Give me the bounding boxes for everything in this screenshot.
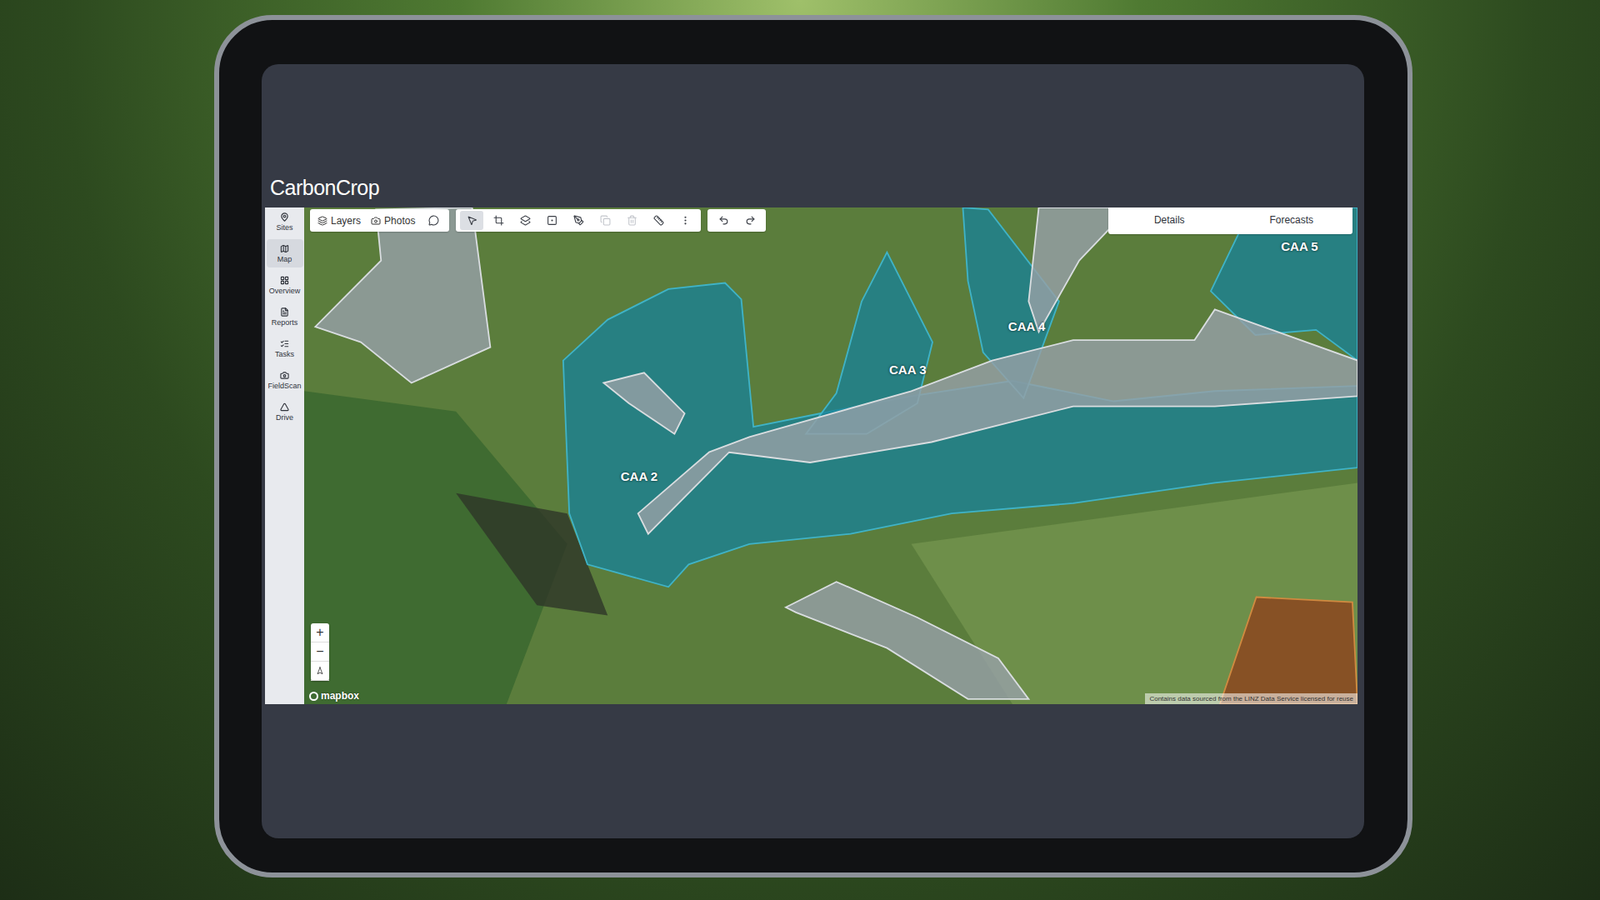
- panel-tab[interactable]: Details: [1108, 207, 1231, 235]
- map-tool[interactable]: [646, 210, 670, 230]
- tablet-frame: CarbonCropSites MapOverviewReports TasksFi…: [214, 15, 1413, 878]
- screen: CarbonCropSites MapOverviewReports TasksFi…: [261, 64, 1365, 839]
- sidebar-item-icon: [280, 370, 290, 380]
- camera-icon: [370, 215, 381, 226]
- sidebar-item[interactable]: Sites: [266, 207, 304, 236]
- mapbox-icon: [309, 691, 319, 701]
- page: CarbonCropSites MapOverviewReports TasksFi…: [0, 0, 1600, 900]
- compass-button[interactable]: [310, 661, 330, 681]
- map-tool-icon: [493, 215, 505, 226]
- map-tool[interactable]: [673, 210, 697, 230]
- sidebar-item[interactable]: Reports: [266, 302, 304, 331]
- map-drawing: [304, 207, 1358, 705]
- map-tool-icon: [573, 215, 585, 226]
- redo-icon: [745, 215, 756, 226]
- sidebar-item[interactable]: FieldScan: [266, 365, 304, 395]
- map-tool[interactable]: [540, 210, 564, 230]
- layers-icon: [317, 215, 328, 226]
- comment-button[interactable]: [421, 210, 445, 230]
- app-panel: Sites MapOverviewReports TasksFieldScanDri…: [265, 207, 1358, 705]
- map-tool[interactable]: [593, 210, 617, 230]
- sidebar-item[interactable]: Drive: [266, 397, 304, 426]
- map-toolbar: LayersPhotos: [310, 209, 766, 232]
- map-tool-icon: [546, 215, 558, 226]
- sidebar-item[interactable]: Tasks: [266, 334, 304, 363]
- zoom-out-button[interactable]: −: [310, 642, 330, 662]
- map[interactable]: CAA 2 CAA 3 CAA 4 CAA 5 LayersPhotos DetailsF…: [304, 207, 1358, 705]
- map-tool[interactable]: [486, 210, 510, 230]
- toolbar-group: [455, 209, 701, 232]
- comment-icon: [428, 215, 440, 226]
- map-tool[interactable]: [566, 210, 590, 230]
- map-attribution: Contains data sourced from the LINZ Data…: [1145, 693, 1358, 705]
- toolbar-group: [707, 209, 766, 232]
- layers-button[interactable]: Layers: [314, 215, 365, 227]
- area-label[interactable]: CAA 2: [620, 468, 658, 483]
- compass-icon: [315, 666, 325, 675]
- sidebar-item-icon: [280, 402, 290, 412]
- area-label[interactable]: CAA 5: [1280, 239, 1318, 254]
- map-tool-icon: [600, 215, 611, 226]
- sidebar: Sites MapOverviewReports TasksFieldScanDri…: [265, 207, 305, 705]
- map-tool-icon: [626, 215, 638, 226]
- photos-button[interactable]: Photos: [367, 215, 419, 227]
- sidebar-item-icon: [280, 339, 290, 349]
- redo-button[interactable]: [738, 210, 762, 230]
- map-tool-icon: [653, 215, 665, 226]
- sidebar-item[interactable]: Overview: [266, 270, 304, 300]
- zoom-control: +−: [310, 623, 330, 681]
- sidebar-item-icon: [280, 275, 290, 285]
- map-tool-icon: [680, 215, 691, 226]
- sidebar-item-icon: [280, 307, 290, 317]
- toolbar-group: LayersPhotos: [310, 209, 450, 232]
- mapbox-logo: mapbox: [309, 690, 360, 702]
- undo-button[interactable]: [711, 210, 735, 230]
- carboncrop-logo: CarbonCrop: [265, 170, 1358, 208]
- map-tool[interactable]: [460, 210, 484, 230]
- map-tool[interactable]: [620, 210, 644, 230]
- zoom-in-button[interactable]: +: [310, 623, 330, 643]
- panel-tabs: DetailsForecasts: [1108, 207, 1353, 235]
- map-tool-icon: [520, 215, 531, 226]
- sidebar-item-icon: [280, 212, 290, 222]
- sidebar-item-icon: [280, 244, 290, 254]
- area-label[interactable]: CAA 4: [1008, 318, 1045, 333]
- undo-icon: [718, 215, 730, 226]
- map-tool[interactable]: [513, 210, 537, 230]
- map-tool-icon: [466, 215, 478, 226]
- sidebar-item[interactable]: Map: [266, 239, 304, 268]
- area-label[interactable]: CAA 3: [889, 362, 926, 377]
- panel-tab[interactable]: Forecasts: [1230, 207, 1354, 235]
